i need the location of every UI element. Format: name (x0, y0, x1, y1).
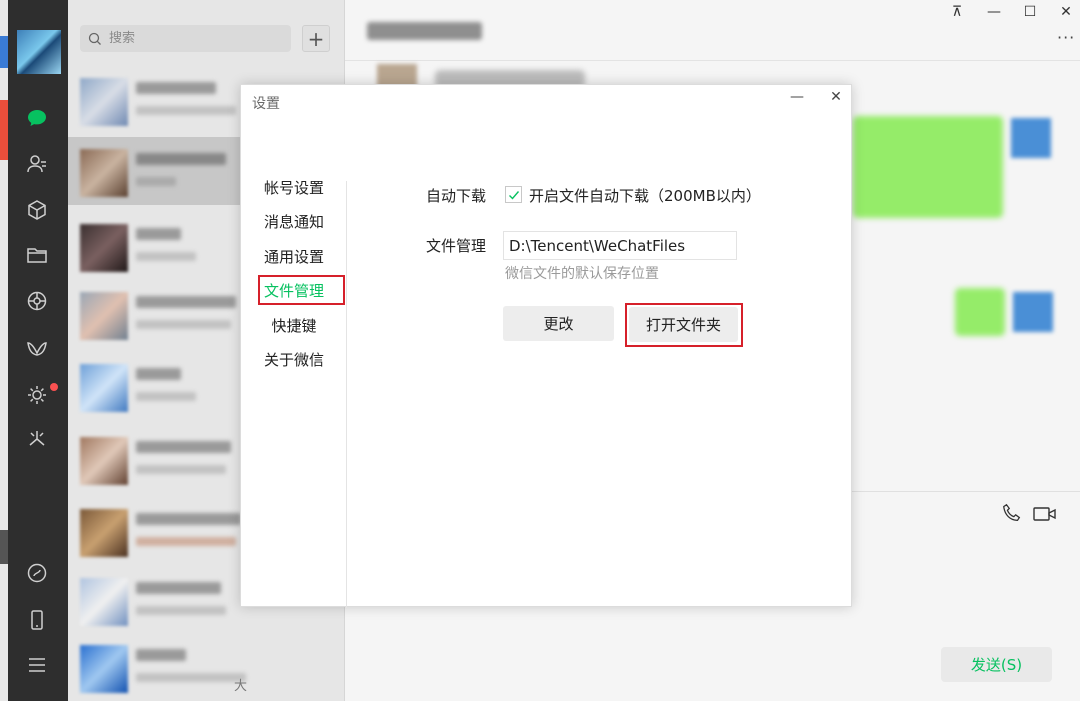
contact-name-blurred (136, 368, 181, 380)
more-options-button[interactable]: ··· (1057, 28, 1075, 47)
contact-name-blurred (136, 582, 221, 594)
contact-name-blurred (136, 153, 226, 165)
message-preview-blurred (136, 606, 226, 615)
search-icon (88, 32, 101, 45)
menu-item-general-settings[interactable]: 通用设置 (247, 244, 341, 270)
message-bubble-blurred (955, 288, 1005, 336)
message-preview-fragment: 大 (234, 679, 248, 694)
avatar (80, 224, 128, 272)
chat-title-blurred (367, 22, 482, 40)
menu-item-account-settings[interactable]: 帐号设置 (247, 175, 341, 201)
divider (345, 60, 1080, 61)
dialog-title: 设置 (252, 96, 280, 112)
add-chat-button[interactable]: + (302, 25, 330, 52)
message-preview-blurred (136, 465, 226, 474)
avatar (80, 149, 128, 197)
message-preview-blurred (136, 537, 236, 546)
minimize-button[interactable]: — (982, 2, 1006, 22)
pin-button[interactable]: ⊼ (945, 2, 969, 22)
search-box[interactable] (80, 25, 291, 52)
divider (346, 181, 347, 608)
change-path-button[interactable]: 更改 (503, 306, 614, 341)
avatar (80, 645, 128, 693)
contact-name-blurred (136, 513, 241, 525)
avatar (80, 578, 128, 626)
avatar (80, 78, 128, 126)
auto-download-checkbox[interactable] (505, 186, 522, 203)
background-window-edge (0, 0, 8, 701)
menu-icon[interactable] (22, 650, 52, 680)
moments-icon[interactable] (22, 286, 52, 316)
avatar (80, 364, 128, 412)
nav-rail (8, 0, 68, 701)
voice-call-icon[interactable] (1001, 502, 1023, 524)
auto-download-label: 自动下载 (426, 187, 487, 205)
maximize-button[interactable]: ☐ (1018, 2, 1042, 22)
menu-item-shortcuts[interactable]: 快捷键 (247, 313, 341, 339)
contact-name-blurred (136, 82, 216, 94)
avatar (80, 437, 128, 485)
message-preview-blurred (136, 320, 231, 329)
contact-name-blurred (136, 649, 186, 661)
avatar (80, 509, 128, 557)
save-path-field[interactable] (503, 231, 737, 260)
contact-name-blurred (136, 441, 231, 453)
video-call-icon[interactable] (1032, 503, 1058, 525)
dialog-minimize-button[interactable]: — (785, 89, 809, 109)
message-preview-blurred (136, 673, 246, 682)
close-button[interactable]: ✕ (1054, 2, 1078, 22)
message-bubble-blurred (853, 116, 1003, 218)
save-path-hint: 微信文件的默认保存位置 (505, 266, 659, 282)
mini-programs-link-icon[interactable] (22, 558, 52, 588)
contacts-icon[interactable] (22, 149, 52, 179)
mini-program-icon[interactable] (22, 424, 52, 454)
checkmark-icon (509, 191, 520, 200)
auto-download-option-text[interactable]: 开启文件自动下载（200MB以内） (529, 185, 761, 206)
menu-item-notifications[interactable]: 消息通知 (247, 209, 341, 235)
contact-name-blurred (136, 296, 236, 308)
settings-dialog: 设置 — ✕ 帐号设置 消息通知 通用设置 文件管理 快捷键 关于微信 自动下载… (240, 84, 852, 608)
menu-item-about[interactable]: 关于微信 (247, 347, 341, 373)
search-input[interactable] (107, 30, 281, 47)
send-button[interactable]: 发送(S) (941, 647, 1052, 682)
avatar[interactable] (17, 30, 61, 74)
search-network-icon[interactable] (22, 380, 52, 410)
chat-icon[interactable] (22, 103, 52, 133)
channels-icon[interactable] (22, 334, 52, 364)
file-management-label: 文件管理 (426, 237, 487, 255)
message-preview-blurred (136, 392, 196, 401)
dialog-close-button[interactable]: ✕ (824, 89, 848, 109)
annotation-highlight-box (258, 275, 345, 305)
avatar (1011, 118, 1051, 158)
notification-badge (50, 383, 58, 391)
avatar (1013, 292, 1053, 332)
message-preview-blurred (136, 106, 236, 115)
favorites-icon[interactable] (22, 195, 52, 225)
message-preview-blurred (136, 177, 176, 186)
annotation-highlight-box (625, 303, 743, 347)
contact-name-blurred (136, 228, 181, 240)
list-item[interactable]: 大 (68, 633, 344, 701)
phone-icon[interactable] (22, 605, 52, 635)
message-preview-blurred (136, 252, 196, 261)
files-icon[interactable] (22, 240, 52, 270)
avatar (80, 292, 128, 340)
